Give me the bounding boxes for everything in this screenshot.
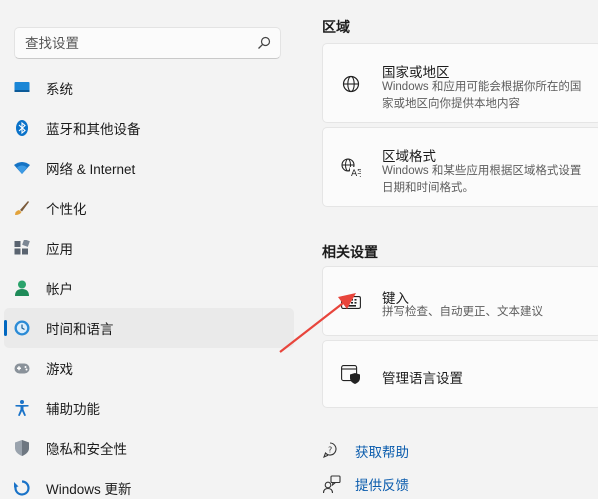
help-icon: ? — [322, 441, 342, 461]
regional-format-desc: Windows 和某些应用根据区域格式设置日期和时间格式。 — [382, 165, 582, 194]
svg-text:A字: A字 — [351, 167, 361, 178]
sidebar: 系统 蓝牙和其他设备 网络 & Internet 个性化 应用 — [0, 0, 300, 499]
language-admin-title: 管理语言设置 — [382, 371, 463, 386]
accessibility-icon — [14, 400, 30, 416]
sidebar-item-label: 个性化 — [46, 202, 87, 217]
country-region-card[interactable]: 国家或地区 Windows 和应用可能会根据你所在的国家或地区向你提供本地内容 — [322, 43, 598, 123]
search-input[interactable] — [15, 28, 245, 58]
feedback-icon — [322, 474, 342, 494]
svg-text:?: ? — [328, 446, 332, 455]
display-icon — [14, 80, 30, 96]
regional-format-card[interactable]: A字 区域格式 Windows 和某些应用根据区域格式设置日期和时间格式。 — [322, 127, 598, 207]
sidebar-item-label: 游戏 — [46, 362, 73, 377]
bluetooth-icon — [14, 120, 30, 136]
sidebar-item-bluetooth[interactable]: 蓝牙和其他设备 — [4, 108, 294, 148]
shield-icon — [14, 440, 30, 456]
typing-card[interactable]: 键入 拼写检查、自动更正、文本建议 — [322, 266, 598, 336]
sidebar-item-label: 网络 & Internet — [46, 162, 136, 177]
regional-format-title: 区域格式 — [382, 149, 436, 164]
sidebar-item-accounts[interactable]: 帐户 — [4, 268, 294, 308]
apps-icon — [14, 240, 30, 256]
sidebar-item-privacy[interactable]: 隐私和安全性 — [4, 428, 294, 468]
search-icon[interactable] — [257, 36, 271, 50]
get-help-link[interactable]: ? 获取帮助 — [322, 439, 522, 463]
sidebar-item-label: 辅助功能 — [46, 402, 100, 417]
sidebar-item-personalization[interactable]: 个性化 — [4, 188, 294, 228]
brush-icon — [14, 200, 30, 216]
language-admin-card[interactable]: 管理语言设置 — [322, 340, 598, 408]
sidebar-item-label: 帐户 — [46, 282, 73, 297]
person-icon — [14, 280, 30, 296]
gamepad-icon — [14, 360, 30, 376]
sidebar-item-label: 隐私和安全性 — [46, 442, 127, 457]
region-section-title: 区域 — [322, 19, 350, 35]
sidebar-item-gaming[interactable]: 游戏 — [4, 348, 294, 388]
sidebar-item-network[interactable]: 网络 & Internet — [4, 148, 294, 188]
sidebar-item-label: 系统 — [46, 82, 73, 97]
related-settings-title: 相关设置 — [322, 244, 378, 260]
sidebar-item-label: Windows 更新 — [46, 482, 132, 497]
sidebar-item-label: 蓝牙和其他设备 — [46, 122, 141, 137]
country-region-desc: Windows 和应用可能会根据你所在的国家或地区向你提供本地内容 — [382, 81, 582, 110]
give-feedback-label: 提供反馈 — [355, 478, 409, 493]
globe-icon — [341, 74, 361, 94]
get-help-label: 获取帮助 — [355, 445, 409, 460]
wifi-icon — [14, 160, 30, 176]
country-region-title: 国家或地区 — [382, 65, 450, 80]
main-content: 区域 国家或地区 Windows 和应用可能会根据你所在的国家或地区向你提供本地… — [322, 0, 598, 499]
search-box[interactable] — [14, 27, 281, 59]
sidebar-item-windows-update[interactable]: Windows 更新 — [4, 468, 294, 499]
give-feedback-link[interactable]: 提供反馈 — [322, 472, 522, 496]
sidebar-item-system[interactable]: 系统 — [4, 68, 294, 108]
keyboard-icon — [341, 292, 361, 312]
region-format-icon: A字 — [341, 158, 361, 178]
sidebar-item-label: 时间和语言 — [46, 322, 114, 337]
sidebar-item-label: 应用 — [46, 242, 73, 257]
clock-globe-icon — [14, 320, 30, 336]
nav-list: 系统 蓝牙和其他设备 网络 & Internet 个性化 应用 帐户 时间和语言… — [0, 68, 300, 499]
sidebar-item-apps[interactable]: 应用 — [4, 228, 294, 268]
admin-shield-icon — [341, 365, 361, 385]
sidebar-item-accessibility[interactable]: 辅助功能 — [4, 388, 294, 428]
sidebar-item-time-language[interactable]: 时间和语言 — [4, 308, 294, 348]
typing-desc: 拼写检查、自动更正、文本建议 — [382, 306, 543, 318]
update-icon — [14, 480, 30, 496]
